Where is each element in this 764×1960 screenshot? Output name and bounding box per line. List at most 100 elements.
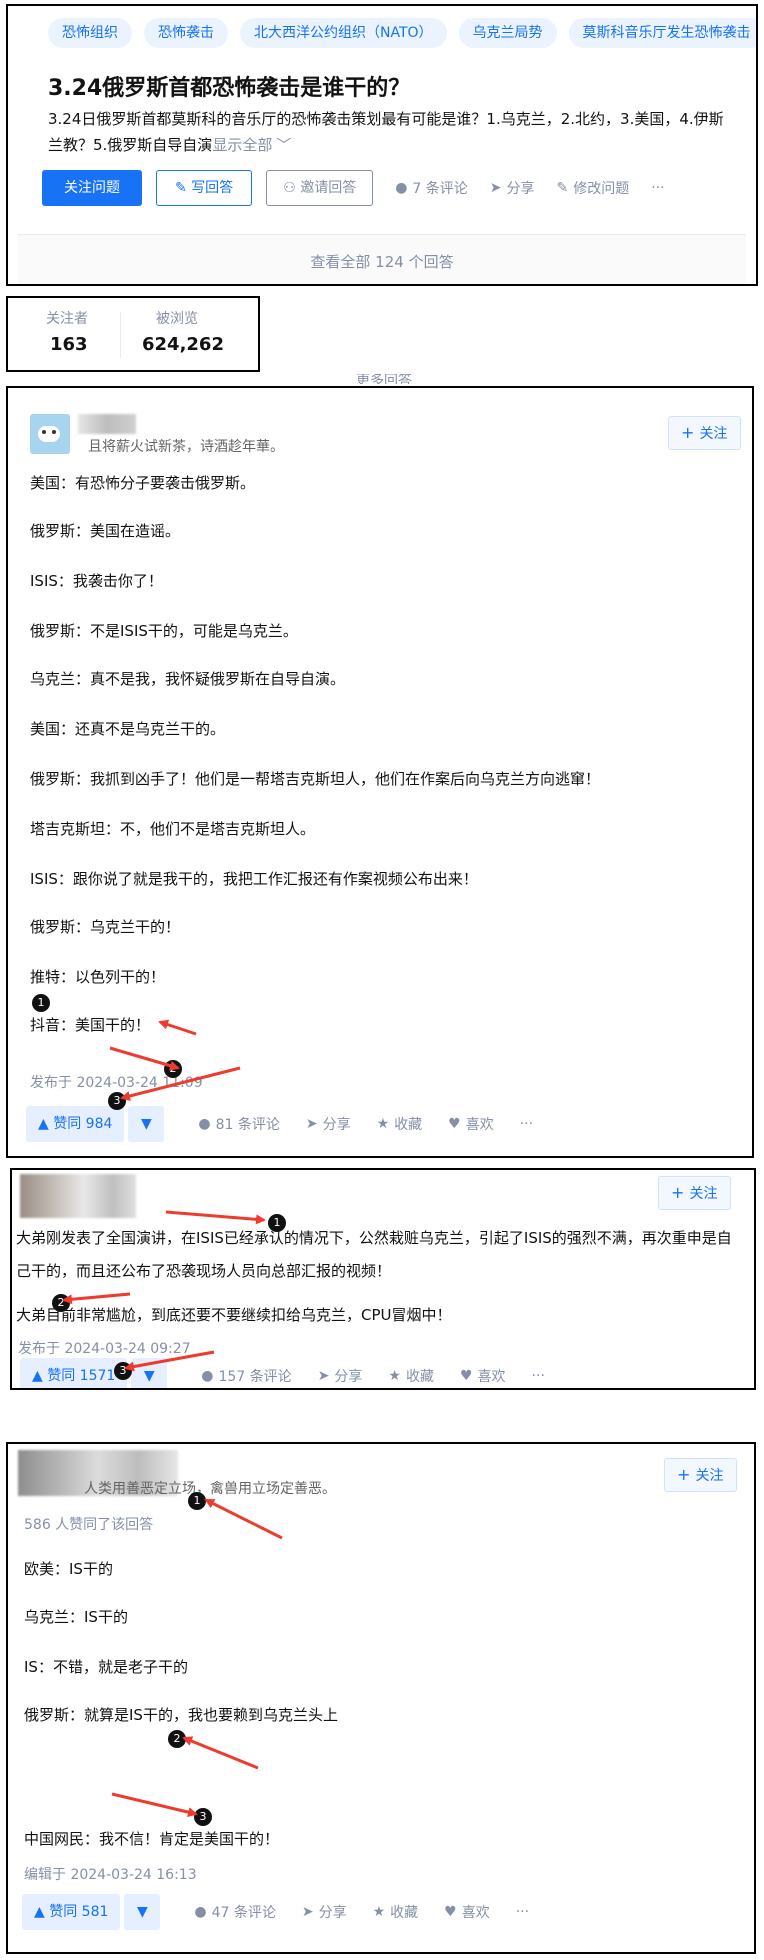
plus-icon: +: [671, 1183, 690, 1202]
answer-paragraph: 大弟刚发表了全国演讲，在ISIS已经承认的情况下，公然栽赃乌克兰，引起了ISIS…: [16, 1229, 732, 1280]
topic-tag[interactable]: 乌克兰局势: [458, 18, 557, 48]
answer-line: 欧美：IS干的: [24, 1560, 113, 1578]
share-button[interactable]: ➤ 分享: [302, 1902, 347, 1922]
question-title[interactable]: 3.24俄罗斯首都恐怖袭击是谁干的？: [48, 70, 410, 102]
like-label: 喜欢: [477, 1369, 506, 1385]
collect-button[interactable]: ★ 收藏: [377, 1114, 423, 1134]
collect-button[interactable]: ★ 收藏: [388, 1366, 434, 1386]
answer-line: 推特：以色列干的！: [30, 968, 166, 986]
follow-author-button[interactable]: + 关注: [668, 416, 741, 450]
share-button[interactable]: ➤ 分享: [306, 1114, 351, 1134]
edit-question-button[interactable]: ✎ 修改问题: [557, 178, 630, 198]
share-label: 分享: [334, 1369, 363, 1385]
share-button[interactable]: ➤ 分享: [490, 178, 535, 198]
write-answer-button[interactable]: ✎ 写回答: [156, 170, 253, 206]
follow-question-button[interactable]: 关注问题: [42, 170, 142, 206]
annotation-marker: 3: [108, 1092, 126, 1110]
answer-card: + 关注 大弟刚发表了全国演讲，在ISIS已经承认的情况下，公然栽赃乌克兰，引起…: [10, 1168, 756, 1390]
upvote-button[interactable]: ▲ 赞同 984: [26, 1106, 125, 1142]
edit-question-label: 修改问题: [573, 181, 630, 197]
answer-actions: ▲ 赞同 1571 ▼ ● 157 条评论 ➤ 分享 ★ 收藏 ♥ 喜欢 ···: [20, 1358, 545, 1388]
share-button[interactable]: ➤ 分享: [318, 1366, 363, 1386]
answer-actions: ▲ 赞同 581 ▼ ● 47 条评论 ➤ 分享 ★ 收藏 ♥ 喜欢 ···: [22, 1894, 529, 1930]
add-user-icon: ⚇: [283, 180, 301, 196]
follow-author-button[interactable]: + 关注: [664, 1458, 737, 1492]
answer-line: IS：不错，就是老子干的: [24, 1658, 188, 1676]
question-detail-line: 兰教？5.俄罗斯自导自演: [48, 136, 213, 154]
author-bio: 且将薪火试新茶，诗酒趁年華。: [88, 439, 284, 455]
divider: [120, 312, 121, 358]
answer-line: 美国：还真不是乌克兰干的。: [30, 720, 226, 738]
author-bio: 人类用善恶定立场，禽兽用立场定善恶。: [84, 1481, 336, 1497]
plus-icon: +: [681, 423, 700, 442]
collect-button[interactable]: ★ 收藏: [373, 1902, 419, 1922]
comments-label: 157 条评论: [218, 1369, 292, 1385]
share-label: 分享: [506, 181, 535, 197]
invite-answer-button[interactable]: ⚇ 邀请回答: [266, 170, 374, 206]
follow-author-button[interactable]: + 关注: [658, 1176, 731, 1210]
comments-button[interactable]: ● 7 条评论: [395, 178, 468, 198]
upvote-button[interactable]: ▲ 赞同 1571: [20, 1358, 128, 1388]
author-name[interactable]: [78, 414, 136, 434]
annotation-marker: 3: [114, 1362, 132, 1380]
views-count: 624,262: [142, 334, 224, 355]
collect-label: 收藏: [405, 1369, 434, 1385]
more-icon[interactable]: ···: [651, 180, 664, 196]
comment-icon: ●: [194, 1904, 207, 1920]
share-label: 分享: [322, 1117, 351, 1133]
comments-button[interactable]: ● 47 条评论: [194, 1902, 275, 1922]
more-icon[interactable]: ···: [520, 1116, 533, 1132]
pencil-icon: ✎: [556, 180, 569, 196]
answer-line: 中国网民：我不信！肯定是美国干的！: [24, 1830, 280, 1848]
like-label: 喜欢: [465, 1117, 494, 1133]
like-button[interactable]: ♥ 喜欢: [444, 1902, 490, 1922]
topic-tag[interactable]: 恐怖组织: [48, 18, 132, 48]
collect-label: 收藏: [394, 1117, 423, 1133]
topic-tag[interactable]: 莫斯科音乐厅发生恐怖袭击: [568, 18, 756, 48]
followers-count: 163: [50, 334, 88, 355]
heart-icon: ♥: [444, 1904, 457, 1920]
view-all-answers-button[interactable]: 查看全部 124 个回答: [18, 234, 746, 284]
comments-button[interactable]: ● 81 条评论: [198, 1114, 279, 1134]
more-answers-label: 更多回答: [356, 374, 412, 384]
chevron-down-icon[interactable]: ﹀: [276, 136, 291, 154]
heart-icon: ♥: [448, 1116, 461, 1132]
pencil-icon: ✎: [175, 180, 192, 196]
publish-date[interactable]: 发布于 2024-03-24 09:27: [18, 1338, 191, 1358]
upvote-button[interactable]: ▲ 赞同 581: [22, 1894, 121, 1930]
answer-line: 乌克兰：IS干的: [24, 1608, 128, 1626]
write-answer-label: 写回答: [191, 180, 234, 196]
topic-tag[interactable]: 恐怖袭击: [144, 18, 228, 48]
comments-button[interactable]: ● 157 条评论: [201, 1366, 291, 1386]
more-icon[interactable]: ···: [532, 1368, 545, 1384]
follow-label: 关注: [689, 1186, 718, 1202]
annotation-marker: 2: [52, 1294, 70, 1312]
followers-label: 关注者: [46, 311, 88, 327]
answer-card: 人类用善恶定立场，禽兽用立场定善恶。 + 关注 586 人赞同了该回答 欧美：I…: [6, 1442, 756, 1954]
answer-line: ISIS：我袭击你了！: [30, 572, 163, 590]
question-detail: 3.24日俄罗斯首都莫斯科的音乐厅的恐怖袭击策划最有可能是谁？1.乌克兰，2.北…: [48, 106, 756, 158]
like-button[interactable]: ♥ 喜欢: [460, 1366, 506, 1386]
topic-tag[interactable]: 北大西洋公约组织（NATO）: [240, 18, 447, 48]
edit-date[interactable]: 编辑于 2024-03-24 16:13: [24, 1864, 197, 1884]
more-icon[interactable]: ···: [516, 1904, 529, 1920]
answer-line: 美国：有恐怖分子要袭击俄罗斯。: [30, 474, 256, 492]
annotation-marker: 2: [168, 1730, 186, 1748]
annotation-marker: 1: [32, 994, 50, 1012]
downvote-button[interactable]: ▼: [128, 1106, 165, 1142]
comment-icon: ●: [198, 1116, 211, 1132]
answer-paragraph: 大弟目前非常尴尬，到底还要不要继续扣给乌克兰，CPU冒烟中！: [16, 1306, 452, 1324]
answer-line: 乌克兰：真不是我，我怀疑俄罗斯在自导自演。: [30, 670, 346, 688]
avatar[interactable]: [20, 1174, 136, 1218]
avatar[interactable]: [30, 414, 70, 454]
downvote-button[interactable]: ▼: [131, 1358, 168, 1388]
collect-label: 收藏: [390, 1905, 419, 1921]
question-detail-line: 3.24日俄罗斯首都莫斯科的音乐厅的恐怖袭击策划最有可能是谁？1.乌克兰，2.北…: [48, 110, 724, 128]
downvote-button[interactable]: ▼: [124, 1894, 161, 1930]
show-all-link[interactable]: 显示全部: [212, 136, 272, 154]
comment-icon: ●: [395, 180, 408, 196]
comment-icon: ●: [201, 1368, 214, 1384]
answer-line: 俄罗斯：美国在造谣。: [30, 522, 181, 540]
like-button[interactable]: ♥ 喜欢: [448, 1114, 494, 1134]
question-card: 恐怖组织 恐怖袭击 北大西洋公约组织（NATO） 乌克兰局势 莫斯科音乐厅发生恐…: [6, 4, 758, 286]
